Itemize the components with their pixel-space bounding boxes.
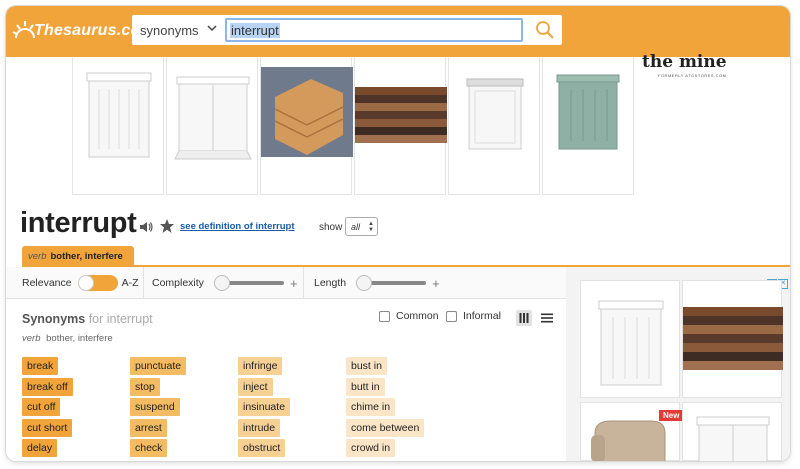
column-view-icon[interactable]	[516, 310, 532, 326]
sense-tab-label: bother, interfere	[50, 250, 123, 262]
synonyms-sense: verb bother, interfere	[22, 333, 113, 344]
page-title: interrupt	[20, 207, 137, 239]
synonym-column-4: bust in butt in chime in come between cr…	[346, 357, 425, 460]
sort-toggle[interactable]	[77, 275, 118, 291]
synonym-chip[interactable]: infringe	[238, 357, 283, 375]
relevance-filter: Relevance A-Z	[6, 267, 144, 299]
star-icon[interactable]	[159, 218, 175, 234]
synonym-chip[interactable]: arrest	[130, 418, 167, 437]
synonym-chip[interactable]: chime in	[346, 398, 396, 416]
ad-product-wood-planks[interactable]	[354, 57, 447, 195]
length-label: Length	[314, 277, 347, 289]
hamper-image	[466, 78, 524, 150]
informal-label: Informal	[463, 310, 501, 322]
common-checkbox[interactable]: Common	[379, 310, 439, 322]
plus-icon: +	[432, 275, 440, 291]
up-down-arrows-icon: ▲ ▼	[368, 221, 374, 233]
sidebar-ad-cabinet[interactable]	[682, 402, 782, 461]
length-filter: Length +	[304, 267, 444, 299]
ad-product-wood-hamper[interactable]	[260, 57, 353, 195]
ad-product-green-hamper[interactable]	[542, 57, 634, 195]
slider-track	[364, 281, 427, 285]
sense-tab[interactable]: verb bother, interfere	[22, 246, 134, 266]
synonym-chip[interactable]: butt in	[346, 377, 385, 396]
slider-track	[221, 281, 284, 285]
length-slider[interactable]	[356, 275, 427, 291]
ad-product-tall-hamper[interactable]	[448, 57, 540, 195]
search-icon[interactable]	[534, 19, 556, 41]
toggle-knob	[77, 275, 94, 291]
synonym-chip[interactable]: suspend	[130, 398, 180, 416]
slider-thumb[interactable]	[213, 275, 230, 291]
app-frame: Thesaurus.com synonyms interrupt the min…	[6, 6, 790, 461]
checkbox-box[interactable]	[379, 310, 390, 322]
hamper-image	[174, 76, 252, 160]
synonym-chip[interactable]: cut short	[22, 418, 73, 437]
synonym-chip[interactable]: bust in	[346, 357, 387, 375]
top-bar: Thesaurus.com synonyms interrupt	[6, 6, 790, 57]
synonym-chip[interactable]: insinuate	[238, 398, 291, 416]
synonym-chip[interactable]: stop	[130, 377, 160, 396]
definition-link[interactable]: see definition of interrupt	[180, 221, 295, 232]
search-box: synonyms interrupt	[132, 15, 562, 45]
synonym-chip[interactable]: punctuate	[130, 357, 187, 375]
synonyms-panel: Synonyms for interrupt verb bother, inte…	[6, 299, 566, 461]
ad-banner[interactable]	[72, 57, 752, 197]
ad-brand-logo[interactable]: the mine	[642, 52, 727, 72]
hamper-image	[261, 67, 353, 157]
synonym-chip[interactable]: cut off	[22, 398, 61, 416]
wood-planks-image	[683, 307, 783, 370]
complexity-label: Complexity	[152, 277, 204, 289]
search-type-value: synonyms	[140, 22, 199, 38]
chevron-down-icon	[207, 25, 217, 32]
new-badge: New	[659, 410, 684, 421]
synonym-chip[interactable]: break off	[22, 377, 73, 396]
ad-product-hamper-white[interactable]	[72, 57, 164, 195]
checkbox-box[interactable]	[446, 310, 457, 322]
synonyms-heading: Synonyms for interrupt	[22, 312, 153, 326]
informal-checkbox[interactable]: Informal	[446, 310, 501, 322]
synonyms-sense-label: bother, interfere	[46, 333, 113, 344]
sense-tab-pos: verb	[28, 250, 47, 262]
synonyms-title: Synonyms	[22, 312, 86, 326]
synonym-column-1: break break off cut off cut short delay	[22, 357, 73, 460]
sidebar-ad-hamper[interactable]	[580, 280, 680, 398]
hamper-image	[556, 74, 620, 150]
synonym-chip[interactable]: delay	[22, 439, 58, 457]
hamper-image	[696, 416, 770, 461]
ad-brand-subtitle: FORMERLY ATGSTORES.COM	[658, 73, 727, 78]
ad-product-double-hamper[interactable]	[166, 57, 258, 195]
sidebar-ad-planks[interactable]	[682, 280, 783, 398]
synonym-chip[interactable]: break	[22, 357, 59, 375]
synonym-chip[interactable]: crowd in	[346, 439, 396, 457]
synonyms-sense-pos: verb	[22, 333, 41, 344]
hamper-image	[86, 72, 152, 158]
show-select-value: all	[351, 221, 361, 232]
common-label: Common	[396, 310, 439, 322]
plus-icon: +	[289, 275, 298, 291]
synonym-chip[interactable]: obstruct	[238, 439, 286, 457]
synonym-chip[interactable]: inject	[238, 377, 273, 396]
relevance-label: Relevance	[22, 277, 72, 289]
complexity-slider[interactable]	[213, 275, 284, 291]
search-input[interactable]: interrupt	[225, 18, 523, 42]
hamper-image	[598, 300, 664, 386]
az-label: A-Z	[121, 277, 139, 289]
list-view-icon[interactable]	[539, 310, 555, 326]
show-label: show	[319, 222, 343, 233]
synonym-column-3: infringe inject insinuate intrude obstru…	[238, 357, 291, 460]
show-select[interactable]: all ▲ ▼	[345, 217, 378, 236]
search-input-value: interrupt	[230, 22, 280, 38]
synonym-chip[interactable]: come between	[346, 418, 425, 437]
wood-planks-image	[355, 87, 447, 143]
search-type-select[interactable]: synonyms	[132, 15, 222, 45]
speaker-icon[interactable]	[138, 219, 154, 235]
synonym-column-2: punctuate stop suspend arrest check	[130, 357, 187, 460]
complexity-filter: Complexity +	[144, 267, 304, 299]
slider-thumb[interactable]	[356, 275, 373, 291]
synonym-chip[interactable]: check	[130, 439, 168, 457]
synonym-chip[interactable]: intrude	[238, 418, 281, 437]
filter-bar: Relevance A-Z Complexity + Length +	[6, 267, 566, 299]
synonyms-for-word: for interrupt	[88, 312, 153, 326]
